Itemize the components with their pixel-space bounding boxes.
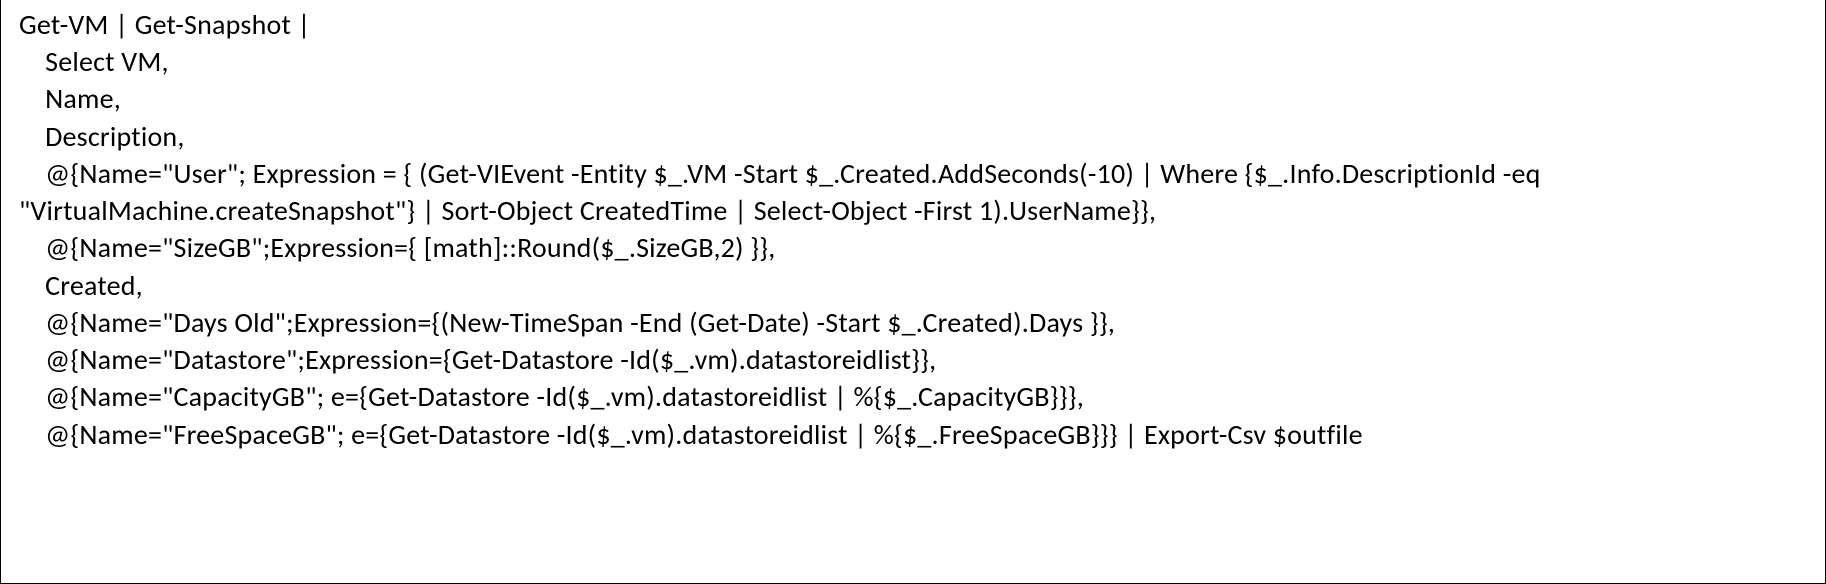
powershell-code-block: Get-VM | Get-Snapshot | Select VM, Name,… [19, 6, 1813, 453]
code-container: Get-VM | Get-Snapshot | Select VM, Name,… [0, 0, 1826, 584]
code-line-6: @{Name="SizeGB";Expression={ [math]::Rou… [19, 230, 775, 265]
code-line-4: Description, [19, 119, 185, 154]
code-line-10: @{Name="CapacityGB"; e={Get-Datastore -I… [19, 379, 1084, 414]
code-line-9: @{Name="Datastore";Expression={Get-Datas… [19, 342, 936, 377]
code-line-8: @{Name="Days Old";Expression={(New-TimeS… [19, 305, 1115, 340]
code-line-3: Name, [19, 81, 121, 116]
code-line-11: @{Name="FreeSpaceGB"; e={Get-Datastore -… [19, 417, 1363, 452]
code-line-1: Get-VM | Get-Snapshot | [19, 7, 311, 42]
code-line-5: @{Name="User"; Expression = { (Get-VIEve… [19, 156, 1547, 228]
code-line-2: Select VM, [19, 44, 169, 79]
code-line-7: Created, [19, 268, 143, 303]
